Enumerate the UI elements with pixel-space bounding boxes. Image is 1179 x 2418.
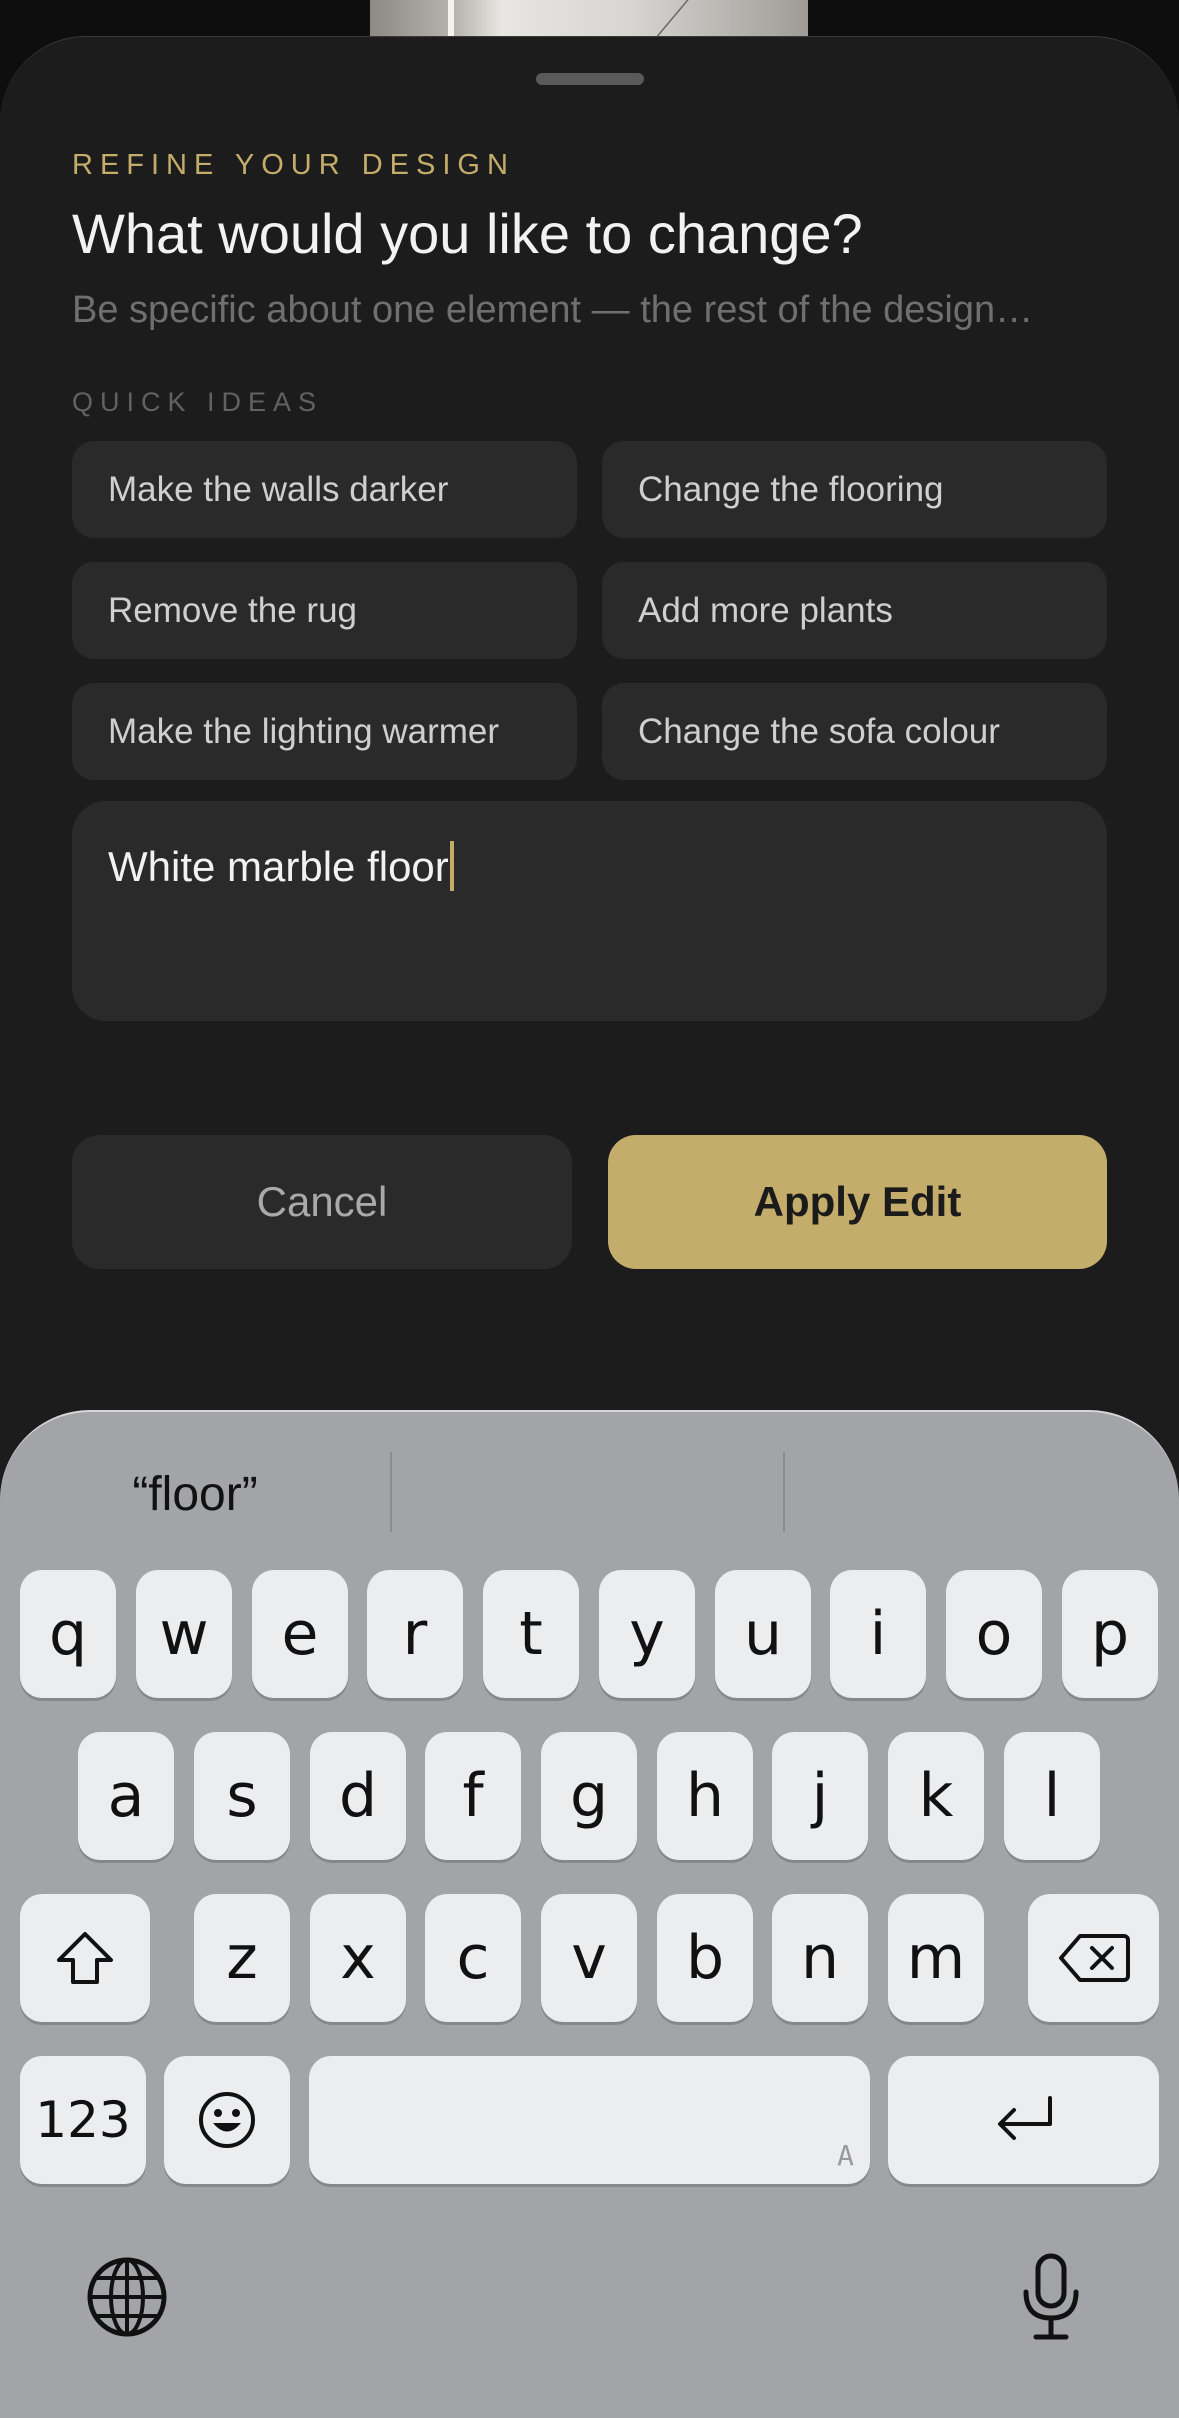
backspace-icon: [1058, 1932, 1130, 1984]
quick-idea-chip[interactable]: Change the sofa colour: [602, 683, 1107, 780]
key-v[interactable]: v: [541, 1894, 637, 2022]
quick-idea-chip[interactable]: Add more plants: [602, 562, 1107, 659]
key-x[interactable]: x: [310, 1894, 406, 2022]
shift-key[interactable]: [20, 1894, 150, 2022]
return-key[interactable]: [888, 2056, 1159, 2184]
key-g[interactable]: g: [541, 1732, 637, 1860]
sheet-title: What would you like to change?: [72, 202, 863, 265]
quick-idea-chip[interactable]: Make the walls darker: [72, 441, 577, 538]
suggestion-item[interactable]: “floor”: [0, 1464, 390, 1524]
key-w[interactable]: w: [136, 1570, 232, 1698]
sheet-eyebrow: REFINE YOUR DESIGN: [72, 149, 515, 181]
key-j[interactable]: j: [772, 1732, 868, 1860]
key-r[interactable]: r: [367, 1570, 463, 1698]
key-a[interactable]: a: [78, 1732, 174, 1860]
key-d[interactable]: d: [310, 1732, 406, 1860]
numbers-key[interactable]: 123: [20, 2056, 146, 2184]
key-u[interactable]: u: [715, 1570, 811, 1698]
key-n[interactable]: n: [772, 1894, 868, 2022]
space-hint: A: [837, 2139, 854, 2172]
key-z[interactable]: z: [194, 1894, 290, 2022]
quick-idea-chip[interactable]: Make the lighting warmer: [72, 683, 577, 780]
quick-ideas-grid: Make the walls darker Change the floorin…: [72, 441, 1107, 780]
key-b[interactable]: b: [657, 1894, 753, 2022]
background-photo: [370, 0, 808, 40]
key-e[interactable]: e: [252, 1570, 348, 1698]
key-k[interactable]: k: [888, 1732, 984, 1860]
return-icon: [992, 2094, 1056, 2146]
quick-idea-chip[interactable]: Remove the rug: [72, 562, 577, 659]
key-m[interactable]: m: [888, 1894, 984, 2022]
edit-request-input[interactable]: White marble floor: [72, 801, 1107, 1021]
cancel-button[interactable]: Cancel: [72, 1135, 572, 1269]
key-p[interactable]: p: [1062, 1570, 1158, 1698]
keyboard: “floor” q w e r t y u i o p a s d f g h …: [0, 1410, 1179, 2418]
backspace-key[interactable]: [1028, 1894, 1159, 2022]
suggestion-item[interactable]: [785, 1464, 1179, 1524]
sheet-subtitle: Be specific about one element — the rest…: [72, 289, 1034, 331]
photo-detail: [448, 0, 454, 40]
sheet-grabber[interactable]: [536, 73, 644, 85]
emoji-icon: [197, 2090, 257, 2150]
suggestion-item[interactable]: [392, 1464, 782, 1524]
emoji-key[interactable]: [164, 2056, 290, 2184]
apply-edit-button[interactable]: Apply Edit: [608, 1135, 1107, 1269]
key-h[interactable]: h: [657, 1732, 753, 1860]
key-s[interactable]: s: [194, 1732, 290, 1860]
photo-detail: [653, 0, 799, 40]
quick-idea-chip[interactable]: Change the flooring: [602, 441, 1107, 538]
space-key[interactable]: A: [309, 2056, 870, 2184]
key-y[interactable]: y: [599, 1570, 695, 1698]
globe-icon[interactable]: [86, 2256, 168, 2343]
edit-request-text: White marble floor: [108, 843, 449, 890]
key-t[interactable]: t: [483, 1570, 579, 1698]
microphone-icon[interactable]: [1018, 2252, 1084, 2347]
shift-icon: [53, 1928, 117, 1988]
key-o[interactable]: o: [946, 1570, 1042, 1698]
key-l[interactable]: l: [1004, 1732, 1100, 1860]
key-c[interactable]: c: [425, 1894, 521, 2022]
key-i[interactable]: i: [830, 1570, 926, 1698]
key-f[interactable]: f: [425, 1732, 521, 1860]
text-caret: [449, 841, 454, 891]
quick-ideas-label: QUICK IDEAS: [72, 387, 324, 417]
key-q[interactable]: q: [20, 1570, 116, 1698]
